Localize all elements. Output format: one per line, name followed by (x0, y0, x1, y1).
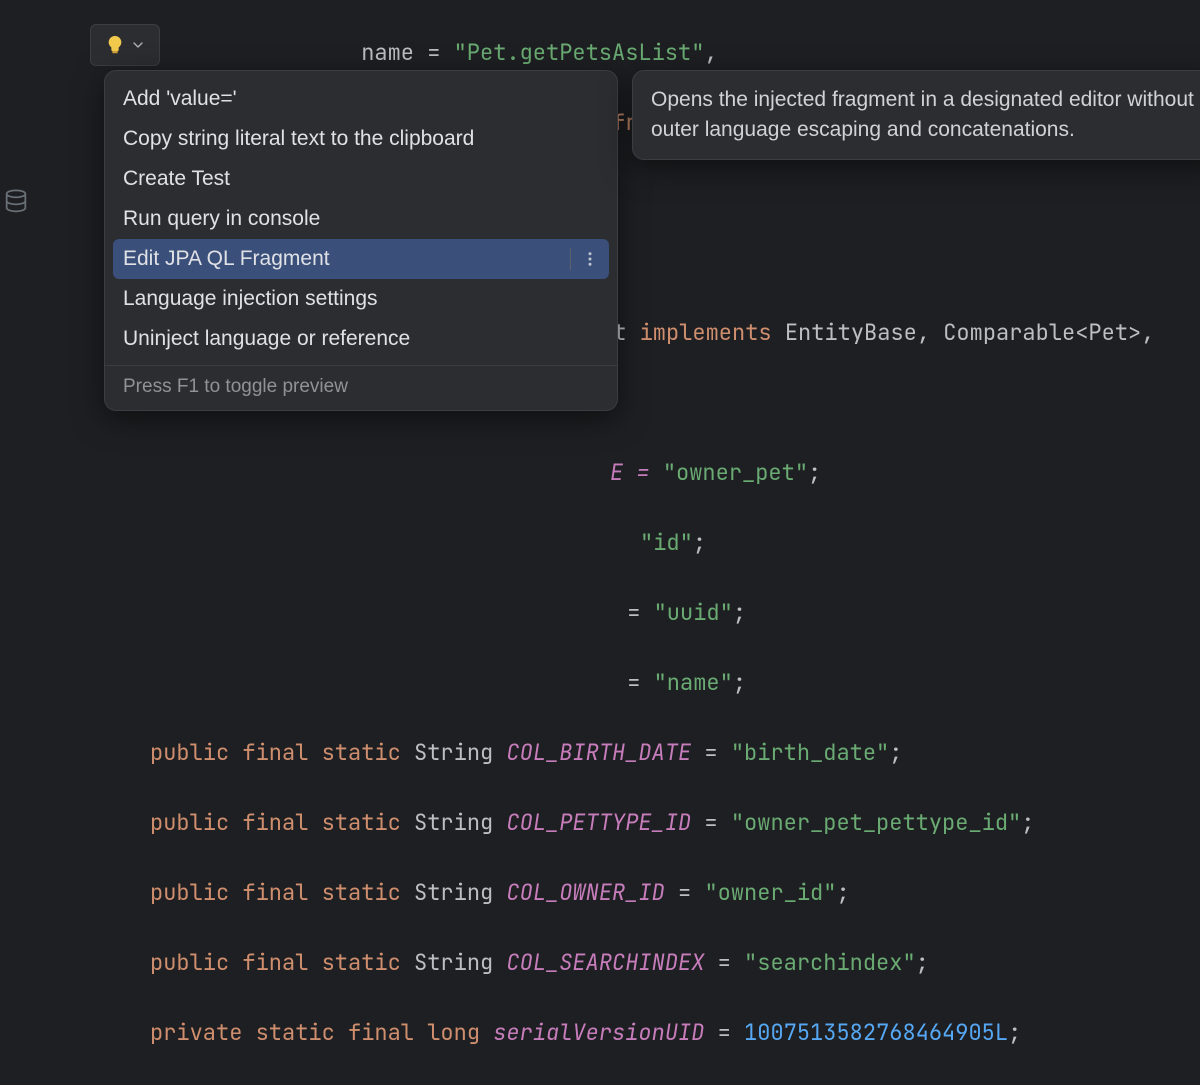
database-icon (2, 188, 30, 216)
code-line: private static final long serialVersionU… (0, 1015, 1200, 1050)
chevron-down-icon (130, 37, 146, 53)
intention-item-uninject[interactable]: Uninject language or reference (105, 319, 617, 359)
code-line: public final static String COL_SEARCHIND… (0, 945, 1200, 980)
intention-item-copy-string[interactable]: Copy string literal text to the clipboar… (105, 119, 617, 159)
intention-item-label: Uninject language or reference (123, 327, 410, 351)
documentation-text: Opens the injected fragment in a designa… (651, 88, 1194, 141)
code-line: "id"; (0, 525, 1200, 560)
intention-item-label: Create Test (123, 167, 230, 191)
lightbulb-icon (104, 34, 126, 56)
intention-item-run-query[interactable]: Run query in console (105, 199, 617, 239)
separator (570, 248, 571, 270)
intention-item-label: Edit JPA QL Fragment (123, 247, 330, 271)
code-line: public final static String COL_PETTYPE_I… (0, 805, 1200, 840)
intention-item-add-value[interactable]: Add 'value=' (105, 79, 617, 119)
intention-item-lang-injection-settings[interactable]: Language injection settings (105, 279, 617, 319)
intention-item-more[interactable] (570, 248, 599, 270)
more-vertical-icon (581, 250, 599, 268)
intention-item-edit-jpaql[interactable]: Edit JPA QL Fragment (113, 239, 609, 279)
documentation-popup: Opens the injected fragment in a designa… (632, 70, 1200, 160)
code-line: = "uuid"; (0, 595, 1200, 630)
code-line: public final static String COL_BIRTH_DAT… (0, 735, 1200, 770)
code-line: E = "owner_pet"; (0, 455, 1200, 490)
intention-item-label: Add 'value=' (123, 87, 237, 111)
database-gutter-icon[interactable] (2, 188, 30, 221)
intention-popup-footer: Press F1 to toggle preview (105, 365, 617, 410)
intention-item-label: Run query in console (123, 207, 320, 231)
code-line: name = "Pet.getPetsAsList", (0, 35, 1200, 70)
intention-actions-popup: Add 'value=' Copy string literal text to… (104, 70, 618, 411)
intention-item-label: Language injection settings (123, 287, 378, 311)
code-line: = "name"; (0, 665, 1200, 700)
code-line: public final static String COL_OWNER_ID … (0, 875, 1200, 910)
intention-item-create-test[interactable]: Create Test (105, 159, 617, 199)
intention-bulb-button[interactable] (90, 24, 160, 66)
intention-item-label: Copy string literal text to the clipboar… (123, 127, 474, 151)
